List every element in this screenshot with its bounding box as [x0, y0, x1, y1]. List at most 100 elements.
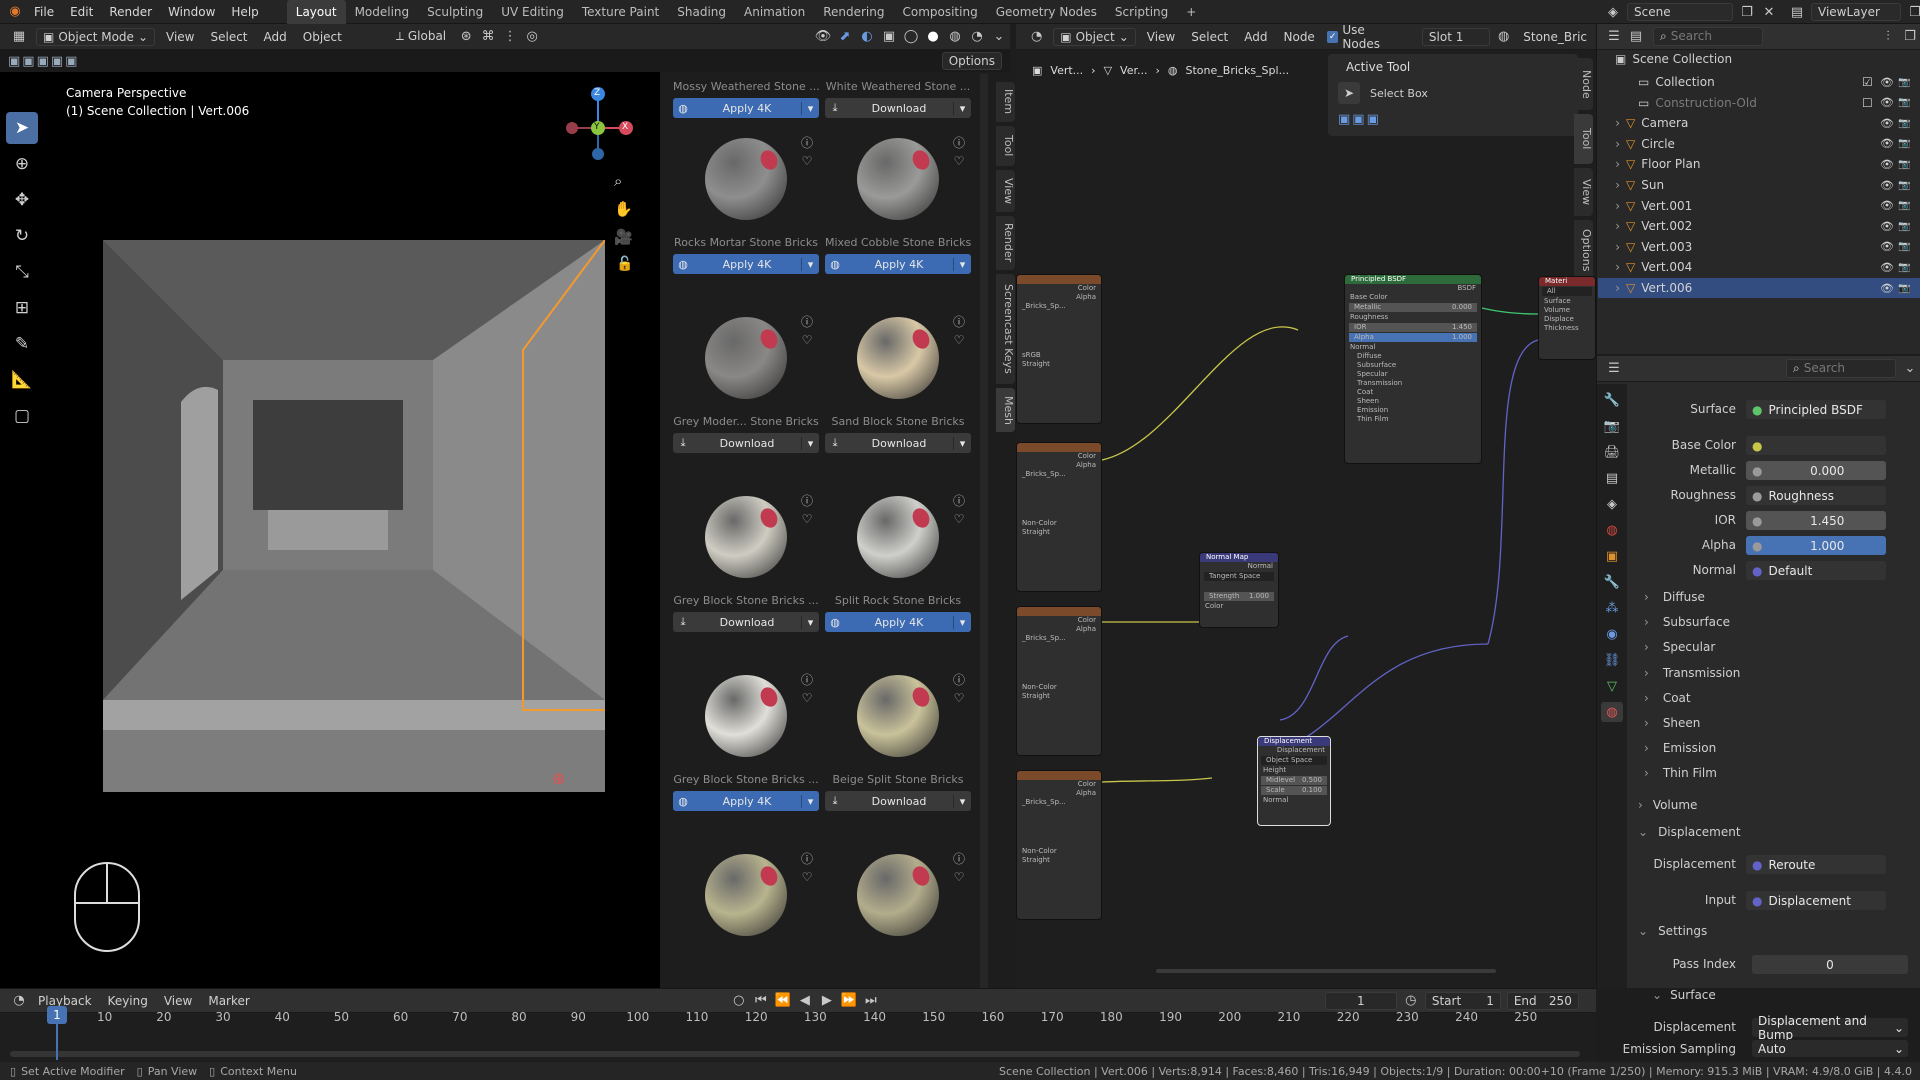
display-mode-icon[interactable]: ▤ — [1625, 27, 1647, 47]
side-tab-mesh[interactable]: Mesh — [996, 388, 1015, 432]
material-preview-sphere[interactable] — [857, 317, 939, 399]
tab-texture-paint[interactable]: Texture Paint — [573, 0, 668, 24]
chevron-down-icon[interactable]: ▾ — [953, 257, 971, 271]
timeline-menu-keying[interactable]: Keying — [100, 994, 156, 1008]
displacement-method-dropdown[interactable]: Displacement and Bump ⌄ — [1752, 1014, 1908, 1042]
download-button[interactable]: ⤓ Download ▾ — [673, 433, 819, 453]
subsection-coat[interactable]: › Coat — [1644, 691, 1691, 705]
subsection-emission[interactable]: › Emission — [1644, 741, 1716, 755]
midlevel-field[interactable]: Midlevel 0.500 — [1261, 776, 1327, 785]
eye-icon[interactable]: 👁 — [1880, 158, 1898, 171]
apply-4k-button[interactable]: ◍ Apply 4K ▾ — [825, 254, 971, 274]
subsection-thin-film[interactable]: › Thin Film — [1644, 766, 1717, 780]
cursor-tool-icon[interactable]: ⊕ — [6, 148, 38, 180]
bsdf-input-row[interactable]: IOR 1.450 — [1349, 323, 1477, 332]
asset-card[interactable]: ⓘ ♡ Beige Split Stone Bricks ⤓ Download ▾ — [825, 667, 971, 811]
navigation-gizmo[interactable]: Z X Y — [558, 86, 638, 196]
transform-tool-icon[interactable]: ⊞ — [6, 292, 38, 324]
tab-scripting[interactable]: Scripting — [1106, 0, 1177, 24]
download-button[interactable]: ⤓ Download ▾ — [825, 98, 971, 118]
snap-settings-icon[interactable]: ⋮ — [499, 27, 521, 47]
asset-scrollbar[interactable] — [980, 74, 988, 988]
bsdf-input-row[interactable]: Normal — [1345, 343, 1481, 352]
asset-card[interactable]: ⓘ ♡ Grey Moder... Stone Bricks ⤓ Download ▾ — [673, 309, 819, 453]
prop-field[interactable]: ● — [1746, 436, 1886, 455]
input-field[interactable]: ● Displacement — [1746, 891, 1886, 910]
chevron-down-icon[interactable]: ▾ — [801, 257, 819, 271]
side-tab-item[interactable]: Item — [996, 82, 1015, 122]
outliner-item[interactable]: › ▽ Vert.003 👁 📷 — [1598, 237, 1920, 257]
bsdf-input-row[interactable]: Subsurface — [1345, 361, 1481, 370]
scene-icon[interactable]: ◈ — [1602, 2, 1624, 22]
pass-index-field[interactable]: 0 — [1752, 955, 1908, 974]
outliner-item[interactable]: › ▽ Camera 👁 📷 — [1598, 113, 1920, 133]
object-tab-icon[interactable]: ▣ — [1601, 546, 1623, 566]
annotate-tool-icon[interactable]: ✎ — [6, 328, 38, 360]
proportional-edit-icon[interactable]: ◎ — [521, 27, 543, 47]
auto-keying-icon[interactable]: ○ — [728, 991, 750, 1011]
shading-solid-icon[interactable]: ● — [922, 27, 944, 47]
asset-card[interactable]: ⓘ ♡ Mixed Cobble Stone Bricks ◍ Apply 4K ▾ — [825, 130, 971, 274]
outliner-root-row[interactable]: ▣ Scene Collection — [1615, 52, 1732, 66]
node-editor[interactable]: ◔ ▣ Object ⌄ View Select Add Node ✓ Use Nod… — [1016, 23, 1596, 988]
apply-4k-button[interactable]: ◍ Apply 4K ▾ — [673, 98, 819, 118]
zoom-icon[interactable]: ⌕ — [614, 172, 622, 190]
info-heart-icons[interactable]: ⓘ ♡ — [951, 850, 967, 886]
viewport-menu-select[interactable]: Select — [202, 30, 255, 44]
chevron-right-icon[interactable]: › — [1598, 116, 1620, 130]
delete-scene-icon[interactable]: ✕ — [1758, 2, 1780, 22]
normal-map-node[interactable]: Normal Map Normal Tangent Space Strength… — [1199, 552, 1279, 628]
image-texture-node-3[interactable]: Color Alpha _Bricks_Sp... Non-Color Stra… — [1016, 606, 1102, 756]
subsection-transmission[interactable]: › Transmission — [1644, 666, 1740, 680]
prop-field[interactable]: ● Roughness — [1746, 486, 1886, 505]
menu-edit[interactable]: Edit — [62, 0, 101, 24]
apply-4k-button[interactable]: ◍ Apply 4K ▾ — [673, 791, 819, 811]
asset-card[interactable]: ⓘ ♡ Grey Block Stone Bricks ... ⤓ Download ▾ — [673, 488, 819, 632]
tab-shading[interactable]: Shading — [668, 0, 735, 24]
select-mode-icons[interactable]: ▣▣▣▣▣ — [8, 54, 79, 69]
editor-type-icon[interactable]: ▦ — [8, 27, 30, 47]
prop-field[interactable]: ● 1.450 — [1746, 511, 1886, 530]
info-heart-icons[interactable]: ⓘ ♡ — [951, 492, 967, 528]
chevron-down-icon[interactable]: ▾ — [801, 794, 819, 808]
side-tab-view[interactable]: View — [996, 170, 1015, 212]
chevron-right-icon[interactable]: › — [1598, 137, 1620, 151]
overlay-toggle-icon[interactable]: ◐ — [856, 27, 878, 47]
modifier-tab-icon[interactable]: 🔧 — [1601, 572, 1623, 592]
render-camera-icon[interactable]: 📷 — [1898, 200, 1920, 211]
prop-field[interactable]: ● 1.000 — [1746, 536, 1886, 555]
chevron-down-icon[interactable]: ▾ — [953, 436, 971, 450]
material-preview-sphere[interactable] — [857, 496, 939, 578]
chevron-right-icon[interactable]: › — [1598, 178, 1620, 192]
info-heart-icons[interactable]: ⓘ ♡ — [799, 313, 815, 349]
scene-tab-icon[interactable]: ◈ — [1601, 494, 1623, 514]
side-tab-tool[interactable]: Tool — [996, 126, 1015, 166]
camera-view-icon[interactable]: 🎥 — [614, 228, 633, 246]
shading-wireframe-icon[interactable]: ◯ — [900, 27, 922, 47]
add-cube-tool-icon[interactable]: ▢ — [6, 400, 38, 432]
bsdf-input-row[interactable]: Coat — [1345, 388, 1481, 397]
play-reverse-icon[interactable]: ◀ — [794, 991, 816, 1011]
render-tab-icon[interactable]: 📷 — [1601, 416, 1623, 436]
bsdf-input-row[interactable]: Roughness — [1345, 313, 1481, 322]
info-heart-icons[interactable]: ⓘ ♡ — [799, 134, 815, 170]
pivot-icon[interactable]: ⊛ — [455, 27, 477, 47]
render-camera-icon[interactable]: 📷 — [1898, 283, 1920, 294]
prop-field[interactable]: ● 0.000 — [1746, 461, 1886, 480]
emission-sampling-dropdown[interactable]: Auto ⌄ — [1752, 1040, 1908, 1057]
tab-compositing[interactable]: Compositing — [893, 0, 986, 24]
eye-icon[interactable]: 👁 — [1880, 261, 1898, 274]
scene-selector[interactable]: Scene — [1627, 3, 1733, 21]
output-tab-icon[interactable]: 🖨 — [1601, 442, 1623, 462]
render-camera-icon[interactable]: 📷 — [1898, 180, 1920, 191]
view-layer-icon[interactable]: ▤ — [1786, 2, 1808, 22]
menu-help[interactable]: Help — [223, 0, 266, 24]
play-icon[interactable]: ▶ — [816, 991, 838, 1011]
render-camera-icon[interactable]: 📷 — [1898, 262, 1920, 273]
node-editor-scrollbar[interactable] — [1156, 969, 1496, 973]
view-layer-tab-icon[interactable]: ▤ — [1601, 468, 1623, 488]
chevron-down-icon[interactable]: ▾ — [801, 101, 819, 115]
render-camera-icon[interactable]: 📷 — [1898, 221, 1920, 232]
tab-modeling[interactable]: Modeling — [346, 0, 419, 24]
surface-field[interactable]: ● Principled BSDF — [1746, 400, 1886, 419]
